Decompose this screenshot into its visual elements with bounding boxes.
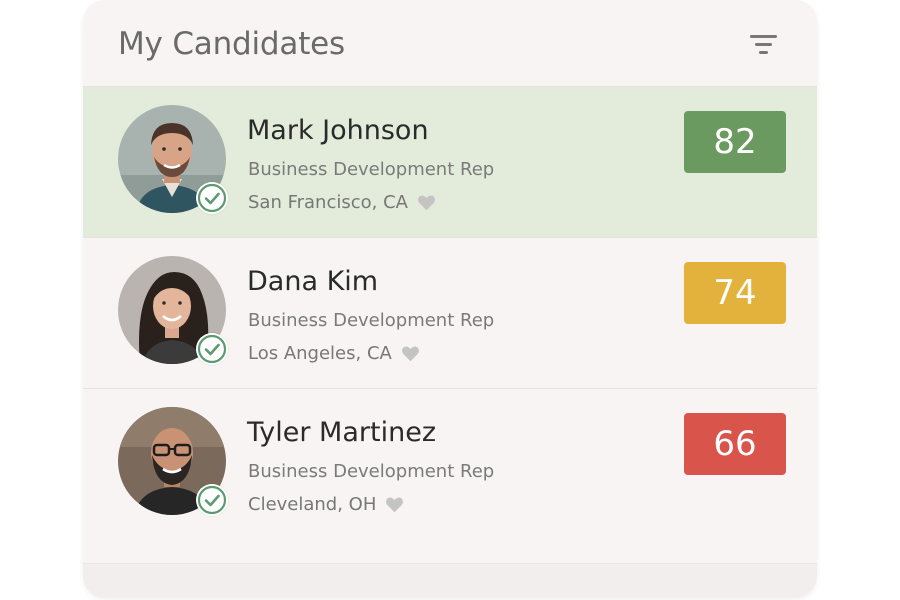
card-header: My Candidates (83, 0, 817, 86)
avatar-container (118, 105, 228, 214)
candidate-role: Business Development Rep (248, 159, 495, 180)
candidate-row-dana-kim[interactable]: Dana Kim Business Development Rep Los An… (83, 237, 817, 388)
heart-icon[interactable] (417, 194, 436, 211)
candidate-location-line: Cleveland, OH (248, 494, 404, 515)
verified-check-icon (196, 484, 228, 516)
page-title: My Candidates (118, 26, 345, 62)
candidate-name: Tyler Martinez (247, 417, 436, 448)
score-badge[interactable]: 66 (684, 413, 786, 475)
candidate-role: Business Development Rep (248, 310, 495, 331)
avatar-container (118, 407, 228, 516)
candidate-name: Dana Kim (247, 266, 379, 297)
heart-icon[interactable] (401, 345, 420, 362)
candidate-location: Cleveland, OH (248, 494, 377, 515)
score-badge[interactable]: 82 (684, 111, 786, 173)
verified-check-icon (196, 333, 228, 365)
card-footer (83, 563, 817, 598)
candidates-card: My Candidates Mark Johnson Business Deve… (83, 0, 817, 598)
verified-check-icon (196, 182, 228, 214)
candidate-location-line: Los Angeles, CA (248, 343, 420, 364)
candidate-location-line: San Francisco, CA (248, 192, 436, 213)
candidate-role: Business Development Rep (248, 461, 495, 482)
candidate-location: San Francisco, CA (248, 192, 408, 213)
score-badge[interactable]: 74 (684, 262, 786, 324)
filter-icon[interactable] (747, 32, 779, 56)
candidate-row-tyler-martinez[interactable]: Tyler Martinez Business Development Rep … (83, 388, 817, 539)
candidate-row-mark-johnson[interactable]: Mark Johnson Business Development Rep Sa… (83, 86, 817, 237)
avatar-container (118, 256, 228, 365)
candidate-name: Mark Johnson (247, 115, 429, 146)
heart-icon[interactable] (385, 496, 404, 513)
candidate-location: Los Angeles, CA (248, 343, 392, 364)
